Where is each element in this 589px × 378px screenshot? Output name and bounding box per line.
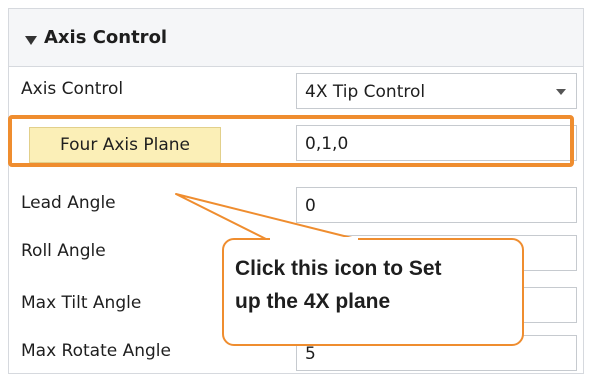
callout-pointer-mask bbox=[270, 237, 358, 241]
callout-text: Click this icon to Set up the 4X plane bbox=[235, 252, 515, 318]
callout-line-2: up the 4X plane bbox=[235, 290, 391, 313]
callout-line-1: Click this icon to Set bbox=[235, 257, 442, 280]
